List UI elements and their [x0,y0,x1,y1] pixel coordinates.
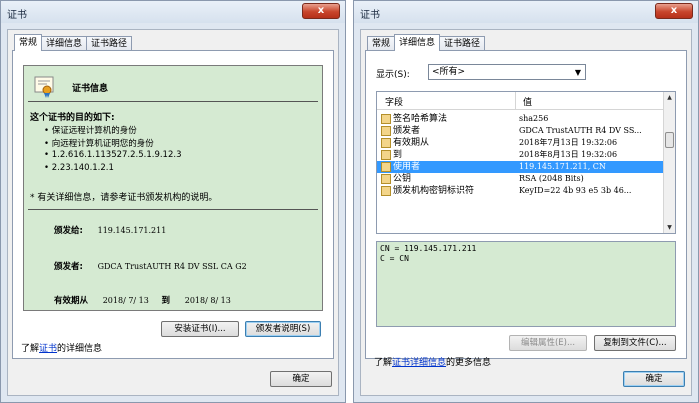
copy-to-file-button[interactable]: 复制到文件(C)... [594,335,676,351]
field-icon [381,186,391,196]
field-detail-box[interactable]: CN = 119.145.171.211 C = CN [376,241,676,327]
field-icon [381,126,391,136]
tab-strip: 常规 详细信息 证书路径 [14,34,133,51]
field-value: 2018年7月13日 19:32:06 [519,138,618,147]
learn-suffix: 的更多信息 [446,358,492,368]
field-name: 使用者 [393,162,421,172]
field-icon [381,162,391,172]
ok-button[interactable]: 确定 [623,371,685,387]
list-item[interactable]: 公钥 RSA (2048 Bits) [377,173,663,185]
column-separator[interactable] [515,92,516,110]
cert-info-title: 证书信息 [72,84,109,94]
validity-to-label: 到 [161,296,171,306]
list-item-selected[interactable]: 使用者 119.145.171.211, CN [377,161,663,173]
tab-cert-path[interactable]: 证书路径 [86,36,133,51]
details-panel: 显示(S): <所有> ▼ 字段 值 签名哈希算法 sha256 颁发者 GDC… [365,50,687,368]
field-name: 颁发者 [393,126,421,136]
field-name: 签名哈希算法 [393,114,448,124]
dropdown-arrow-icon: ▼ [574,68,581,77]
field-list[interactable]: 字段 值 签名哈希算法 sha256 颁发者 GDCA TrustAUTH R4… [376,91,676,234]
purpose-item: • 2.23.140.1.2.1 [44,163,114,173]
list-item[interactable]: 到 2018年8月13日 19:32:06 [377,149,663,161]
field-icon [381,174,391,184]
field-value: sha256 [519,114,549,123]
validity-label: 有效期从 [54,296,89,306]
issued-by-row: 颁发者: GDCA TrustAUTH R4 DV SSL CA G2 [54,260,247,272]
scroll-down-icon[interactable]: ▼ [664,222,675,233]
issued-by-value: GDCA TrustAUTH R4 DV SSL CA G2 [97,262,247,271]
dialog-body: 常规 详细信息 证书路径 显示(S): <所有> ▼ 字段 值 签名哈希算法 s… [360,29,692,396]
window-title: 证书 [360,10,380,21]
tab-cert-path[interactable]: 证书路径 [439,36,486,51]
field-value: 119.145.171.211, CN [519,162,606,171]
column-header-field[interactable]: 字段 [385,95,403,108]
field-name: 有效期从 [393,138,430,148]
purpose-item: • 向远程计算机证明您的身份 [44,139,154,149]
purpose-item: • 保证远程计算机的身份 [44,126,137,136]
field-icon [381,150,391,160]
field-value: KeyID=22 4b 93 e5 3b 46... [519,186,632,195]
field-name: 到 [393,150,403,160]
learn-prefix: 了解 [21,344,40,354]
detail-line: CN = 119.145.171.211 [380,244,477,253]
list-item[interactable]: 签名哈希算法 sha256 [377,113,663,125]
edit-properties-button[interactable]: 编辑属性(E)... [509,335,587,351]
issuer-statement-button[interactable]: 颁发者说明(S) [245,321,321,337]
issuer-note: * 有关详细信息，请参考证书颁发机构的说明。 [28,190,318,210]
learn-more-text: 了解证书的详细信息 [21,341,102,354]
issued-to-row: 颁发给: 119.145.171.211 [54,224,166,236]
ok-button[interactable]: 确定 [270,371,332,387]
title-bar: 证书 x [354,1,698,23]
field-icon [381,114,391,124]
dialog-body: 常规 详细信息 证书路径 证书信息 这个证书的目的如下: • 保证远程计算机的身 [7,29,339,396]
certificate-icon [34,76,54,98]
learn-prefix: 了解 [374,358,393,368]
title-bar: 证书 x [1,1,345,23]
issued-to-label: 颁发给: [54,226,83,236]
validity-from: 2018/ 7/ 13 [102,296,149,305]
show-label: 显示(S): [376,70,410,80]
list-item[interactable]: 有效期从 2018年7月13日 19:32:06 [377,137,663,149]
certificate-dialog-details: 证书 x 常规 详细信息 证书路径 显示(S): <所有> ▼ 字段 值 签名哈… [353,0,699,403]
cert-info-header: 证书信息 [28,72,318,102]
learn-suffix: 的详细信息 [57,344,103,354]
close-button[interactable]: x [302,3,340,19]
learn-more-link[interactable]: 证书详细信息 [392,358,446,368]
scroll-thumb[interactable] [665,132,674,148]
learn-more-text: 了解证书详细信息的更多信息 [374,355,491,368]
scroll-up-icon[interactable]: ▲ [664,92,675,103]
general-panel: 证书信息 这个证书的目的如下: • 保证远程计算机的身份 • 向远程计算机证明您… [12,50,334,359]
field-name: 颁发机构密钥标识符 [393,186,475,196]
detail-line: C = CN [380,254,409,263]
list-item[interactable]: 颁发机构密钥标识符 KeyID=22 4b 93 e5 3b 46... [377,185,663,197]
certificate-info-box: 证书信息 这个证书的目的如下: • 保证远程计算机的身份 • 向远程计算机证明您… [23,65,323,311]
field-value: RSA (2048 Bits) [519,174,584,183]
install-certificate-button[interactable]: 安装证书(I)... [161,321,239,337]
tab-general[interactable]: 常规 [367,36,396,51]
field-value: GDCA TrustAUTH R4 DV SS... [519,126,642,135]
tab-general[interactable]: 常规 [14,34,43,51]
close-button[interactable]: x [655,3,693,19]
tab-strip: 常规 详细信息 证书路径 [367,34,486,51]
learn-more-link[interactable]: 证书 [39,344,57,354]
show-dropdown-value: <所有> [432,67,466,77]
issued-by-label: 颁发者: [54,262,83,272]
field-name: 公钥 [393,174,412,184]
validity-row: 有效期从 2018/ 7/ 13 到 2018/ 8/ 13 [54,294,231,306]
tab-details[interactable]: 详细信息 [41,36,88,51]
tab-details[interactable]: 详细信息 [394,34,441,51]
list-header: 字段 值 [377,92,663,110]
list-scrollbar[interactable]: ▲ ▼ [663,92,675,233]
window-title: 证书 [7,10,27,21]
issued-to-value: 119.145.171.211 [97,226,167,235]
column-header-value[interactable]: 值 [523,95,532,108]
certificate-dialog-general: 证书 x 常规 详细信息 证书路径 证书信息 这个证书的目的如下: • 保证远程… [0,0,346,403]
field-icon [381,138,391,148]
validity-to: 2018/ 8/ 13 [184,296,231,305]
field-value: 2018年8月13日 19:32:06 [519,150,618,159]
purpose-heading: 这个证书的目的如下: [30,113,115,123]
purpose-item: • 1.2.616.1.113527.2.5.1.9.12.3 [44,150,182,160]
show-dropdown[interactable]: <所有> ▼ [428,64,586,80]
list-item[interactable]: 颁发者 GDCA TrustAUTH R4 DV SS... [377,125,663,137]
